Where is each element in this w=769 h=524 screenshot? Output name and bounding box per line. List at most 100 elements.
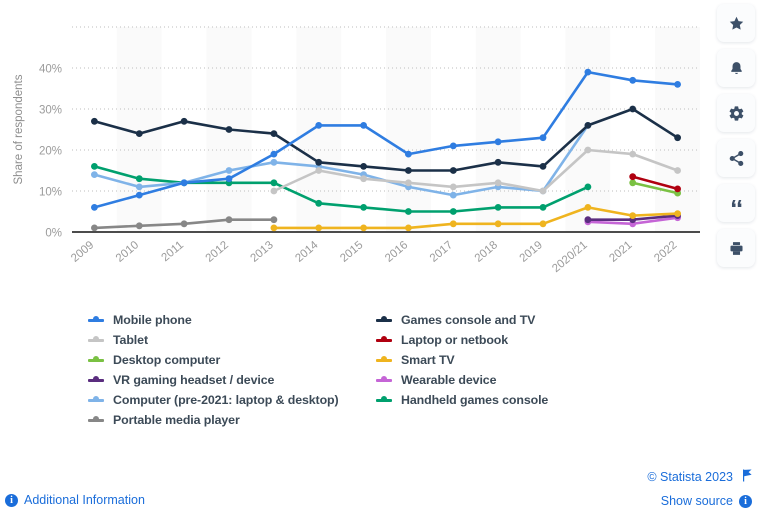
data-point[interactable]: [225, 126, 233, 133]
data-point[interactable]: [584, 146, 592, 154]
data-point[interactable]: [225, 167, 233, 174]
data-point[interactable]: [629, 179, 637, 187]
data-point[interactable]: [674, 210, 681, 218]
legend-label: VR gaming headset / device: [113, 373, 275, 387]
data-point[interactable]: [584, 183, 592, 191]
data-point[interactable]: [449, 142, 457, 150]
data-point[interactable]: [449, 183, 457, 191]
data-point[interactable]: [180, 220, 188, 228]
data-point[interactable]: [225, 175, 233, 183]
settings-button[interactable]: [717, 94, 755, 132]
data-point[interactable]: [405, 167, 412, 174]
legend-item-laptop-or-netbook[interactable]: Laptop or netbook: [376, 330, 688, 350]
data-point[interactable]: [449, 220, 457, 228]
data-point[interactable]: [270, 179, 278, 187]
data-point[interactable]: [91, 171, 98, 179]
data-point[interactable]: [629, 150, 637, 158]
legend-item-portable-media-player[interactable]: Portable media player: [88, 410, 376, 430]
legend-item-vr-gaming-headset[interactable]: VR gaming headset / device: [88, 370, 376, 390]
data-point[interactable]: [91, 163, 98, 170]
data-point[interactable]: [360, 122, 367, 129]
data-point[interactable]: [494, 179, 502, 187]
data-point[interactable]: [180, 117, 188, 125]
data-point[interactable]: [315, 158, 323, 166]
legend-item-desktop-computer[interactable]: Desktop computer: [88, 350, 376, 370]
data-point[interactable]: [539, 220, 547, 228]
legend-label: Laptop or netbook: [401, 333, 509, 347]
legend-item-games-console-and-tv[interactable]: Games console and TV: [376, 310, 688, 330]
data-point[interactable]: [584, 122, 592, 129]
data-point[interactable]: [629, 76, 637, 84]
data-point[interactable]: [539, 187, 547, 195]
data-point[interactable]: [494, 158, 502, 166]
x-axis-tick-label: 2018: [473, 239, 500, 265]
favorite-button[interactable]: [717, 4, 755, 42]
data-point[interactable]: [405, 208, 412, 215]
data-point[interactable]: [629, 212, 637, 220]
data-point[interactable]: [539, 204, 547, 211]
data-point[interactable]: [629, 105, 637, 113]
data-point[interactable]: [629, 173, 637, 181]
data-point[interactable]: [180, 179, 188, 187]
legend-item-handheld-games-console[interactable]: Handheld games console: [376, 390, 688, 410]
flag-icon[interactable]: [742, 469, 753, 487]
data-point[interactable]: [674, 81, 681, 88]
data-point[interactable]: [270, 187, 278, 195]
source-info-icon[interactable]: i: [739, 495, 752, 508]
data-point[interactable]: [135, 183, 143, 191]
data-point[interactable]: [674, 185, 681, 193]
data-point[interactable]: [539, 134, 547, 142]
additional-information-link[interactable]: Additional Information: [24, 493, 145, 507]
legend-item-tablet[interactable]: Tablet: [88, 330, 376, 350]
data-point[interactable]: [315, 224, 323, 232]
data-point[interactable]: [135, 130, 143, 138]
data-point[interactable]: [584, 204, 592, 211]
data-point[interactable]: [315, 167, 323, 174]
data-point[interactable]: [494, 204, 502, 211]
data-point[interactable]: [91, 204, 98, 211]
data-point[interactable]: [405, 150, 412, 158]
data-point[interactable]: [135, 175, 143, 183]
citation-button[interactable]: [717, 184, 755, 222]
data-point[interactable]: [360, 204, 367, 211]
data-point[interactable]: [494, 138, 502, 146]
data-point[interactable]: [270, 158, 278, 166]
copyright-label: © Statista 2023: [647, 470, 733, 484]
data-point[interactable]: [449, 208, 457, 215]
legend-item-mobile-phone[interactable]: Mobile phone: [88, 310, 376, 330]
share-button[interactable]: [717, 139, 755, 177]
data-point[interactable]: [91, 117, 98, 125]
data-point[interactable]: [270, 150, 278, 158]
data-point[interactable]: [360, 175, 367, 183]
data-point[interactable]: [270, 130, 278, 138]
legend-marker-icon: [376, 375, 392, 386]
data-point[interactable]: [539, 163, 547, 170]
quote-icon: [728, 195, 745, 212]
print-button[interactable]: [717, 229, 755, 267]
data-point[interactable]: [674, 167, 681, 174]
data-point[interactable]: [270, 216, 278, 224]
legend-item-smart-tv[interactable]: Smart TV: [376, 350, 688, 370]
data-point[interactable]: [449, 191, 457, 199]
legend-item-wearable-device[interactable]: Wearable device: [376, 370, 688, 390]
data-point[interactable]: [494, 220, 502, 228]
data-point[interactable]: [135, 222, 143, 230]
notifications-button[interactable]: [717, 49, 755, 87]
data-point[interactable]: [584, 216, 592, 224]
additional-info-icon[interactable]: i: [5, 494, 18, 507]
legend-item-computer[interactable]: Computer (pre-2021: laptop & desktop): [88, 390, 376, 410]
data-point[interactable]: [405, 179, 412, 187]
data-point[interactable]: [270, 224, 278, 232]
data-point[interactable]: [315, 122, 323, 129]
data-point[interactable]: [315, 199, 323, 207]
data-point[interactable]: [360, 224, 367, 232]
data-point[interactable]: [360, 163, 367, 170]
data-point[interactable]: [584, 68, 592, 76]
show-source-link[interactable]: Show source: [661, 494, 733, 508]
data-point[interactable]: [225, 216, 233, 224]
data-point[interactable]: [449, 167, 457, 174]
data-point[interactable]: [91, 224, 98, 232]
data-point[interactable]: [135, 191, 143, 199]
data-point[interactable]: [405, 224, 412, 232]
data-point[interactable]: [674, 134, 681, 142]
